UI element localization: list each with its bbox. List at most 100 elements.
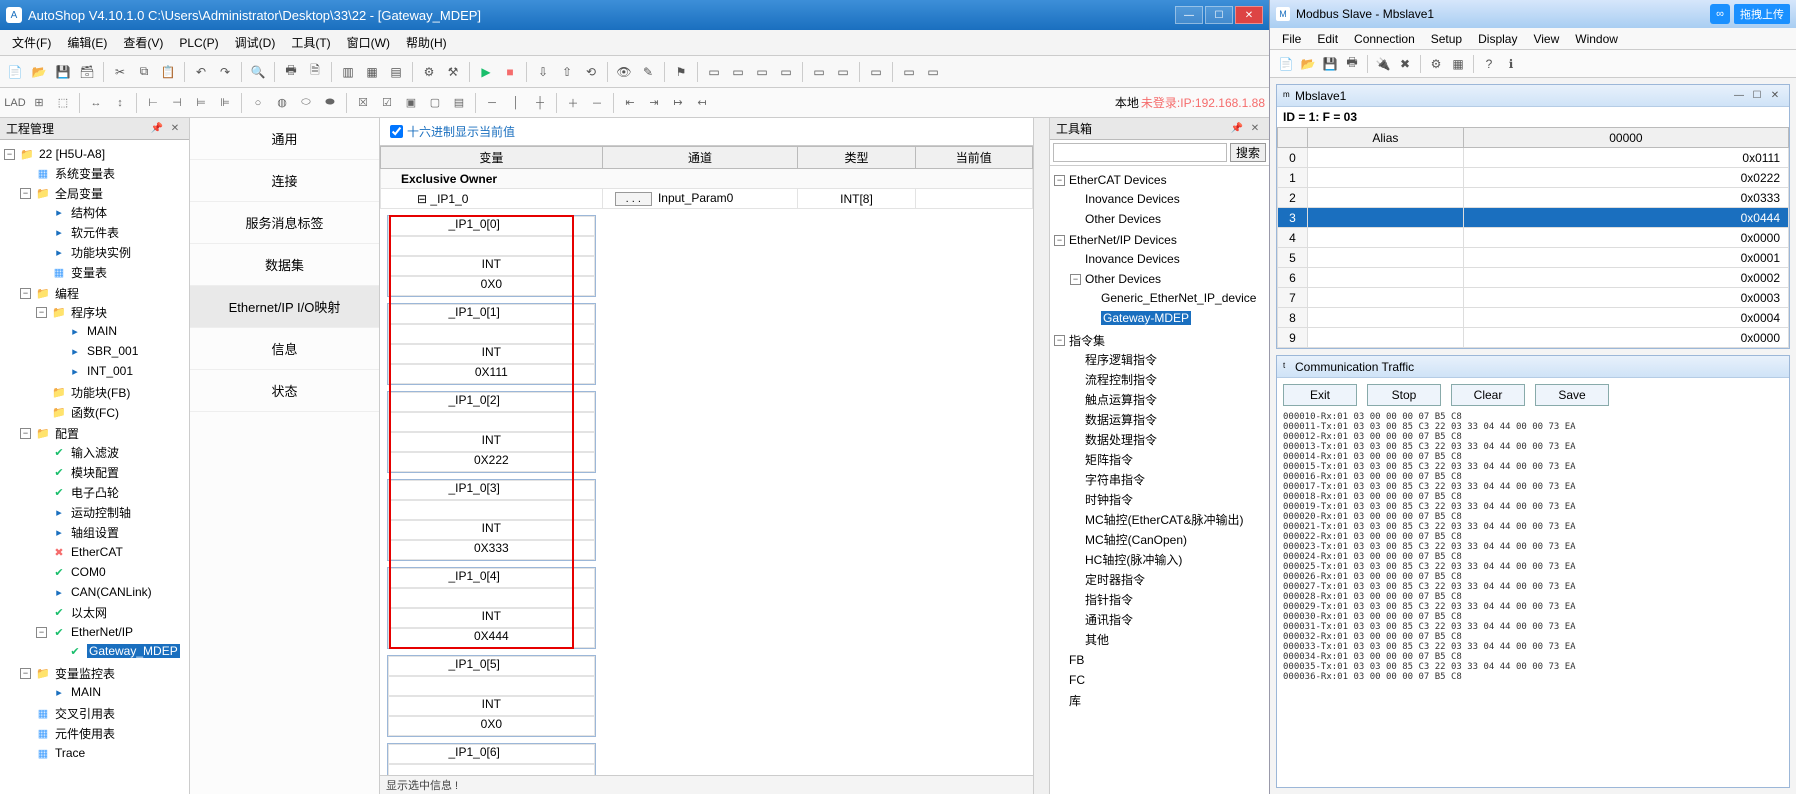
sym2-icon[interactable]: ⬚ xyxy=(52,92,74,114)
toolbox-item[interactable]: MC轴控(EtherCAT&脉冲输出) xyxy=(1070,510,1267,528)
register-table[interactable]: Alias0000000x011110x022220x033330x044440… xyxy=(1277,127,1789,348)
copy-icon[interactable]: ⧉ xyxy=(133,61,155,83)
tree-item[interactable]: ▸运动控制轴 xyxy=(36,503,187,521)
vscrollbar[interactable] xyxy=(1033,118,1049,794)
config-nav-item[interactable]: 状态 xyxy=(190,370,379,412)
grp5-icon[interactable]: ▭ xyxy=(808,61,830,83)
contact1-icon[interactable]: ⊢ xyxy=(142,92,164,114)
grp7-icon[interactable]: ▭ xyxy=(865,61,887,83)
toolbox-item[interactable]: 字符串指令 xyxy=(1070,470,1267,488)
edit-icon[interactable]: ✎ xyxy=(637,61,659,83)
cut-icon[interactable]: ✂ xyxy=(109,61,131,83)
compile-icon[interactable]: ⚙ xyxy=(418,61,440,83)
tree-item[interactable]: ▦Trace xyxy=(20,744,187,762)
config-nav-item[interactable]: 通用 xyxy=(190,118,379,160)
coil1-icon[interactable]: ○ xyxy=(247,92,269,114)
settings-icon[interactable]: ⚙ xyxy=(1426,54,1446,74)
toolbox-item[interactable]: FC xyxy=(1054,671,1267,689)
toolbox-item[interactable]: −指令集 xyxy=(1054,331,1267,349)
tree-item[interactable]: ✔Gateway_MDEP xyxy=(52,642,187,660)
print-icon[interactable]: 🖶 xyxy=(280,61,302,83)
coil3-icon[interactable]: ⬭ xyxy=(295,92,317,114)
open-icon[interactable]: 📂 xyxy=(28,61,50,83)
search-icon[interactable]: 🔍 xyxy=(247,61,269,83)
local-pill[interactable]: 本地 xyxy=(1115,94,1139,111)
tool-b-icon[interactable]: ⇧ xyxy=(556,61,578,83)
func5-icon[interactable]: ▤ xyxy=(448,92,470,114)
pin-icon[interactable]: 📌 xyxy=(1229,121,1245,137)
tool-a-icon[interactable]: ⇩ xyxy=(532,61,554,83)
toolbox-item[interactable]: 其他 xyxy=(1070,630,1267,648)
stop-button[interactable]: Stop xyxy=(1367,384,1441,406)
ex4-icon[interactable]: ↤ xyxy=(691,92,713,114)
preview-icon[interactable]: 🗎 xyxy=(304,61,326,83)
login-status-pill[interactable]: 未登录:IP:192.168.1.88 xyxy=(1141,94,1265,111)
menu-item[interactable]: PLC(P) xyxy=(171,32,226,54)
zoom1-icon[interactable]: ＋ xyxy=(562,92,584,114)
config-nav-item[interactable]: Ethernet/IP I/O映射 xyxy=(190,286,379,328)
ex1-icon[interactable]: ⇤ xyxy=(619,92,641,114)
tree-item[interactable]: 📁函数(FC) xyxy=(36,403,187,421)
contact2-icon[interactable]: ⊣ xyxy=(166,92,188,114)
toolbox-item[interactable]: 指针指令 xyxy=(1070,590,1267,608)
tree-item[interactable]: ▸CAN(CANLink) xyxy=(36,583,187,601)
grp4-icon[interactable]: ▭ xyxy=(775,61,797,83)
tree-item[interactable]: ▸结构体 xyxy=(36,203,187,221)
link3-icon[interactable]: ┼ xyxy=(529,92,551,114)
more-button[interactable]: . . . xyxy=(615,192,652,206)
grp1-icon[interactable]: ▭ xyxy=(703,61,725,83)
tree-item[interactable]: ▸INT_001 xyxy=(52,362,187,380)
undo-icon[interactable]: ↶ xyxy=(190,61,212,83)
menu-item[interactable]: 窗口(W) xyxy=(339,32,398,54)
ex2-icon[interactable]: ⇥ xyxy=(643,92,665,114)
menu-item[interactable]: Window xyxy=(1567,32,1626,46)
contact4-icon[interactable]: ⊫ xyxy=(214,92,236,114)
cloud-icon[interactable]: ∞ xyxy=(1710,4,1730,24)
toolbox-item[interactable]: 定时器指令 xyxy=(1070,570,1267,588)
clear-button[interactable]: Clear xyxy=(1451,384,1525,406)
toolbox-item[interactable]: 流程控制指令 xyxy=(1070,370,1267,388)
menu-item[interactable]: 文件(F) xyxy=(4,32,59,54)
stop-icon[interactable]: ■ xyxy=(499,61,521,83)
paste-icon[interactable]: 📋 xyxy=(157,61,179,83)
save-button[interactable]: Save xyxy=(1535,384,1609,406)
help-icon[interactable]: ? xyxy=(1479,54,1499,74)
monitor-icon[interactable]: 👁 xyxy=(613,61,635,83)
toolbox-tree[interactable]: −EtherCAT DevicesInovance DevicesOther D… xyxy=(1050,166,1269,794)
hex-checkbox[interactable] xyxy=(390,125,403,138)
tree-item[interactable]: ▸软元件表 xyxy=(36,223,187,241)
toolbox-item[interactable]: 触点运算指令 xyxy=(1070,390,1267,408)
toolbox-item[interactable]: Inovance Devices xyxy=(1070,190,1267,208)
upload-button[interactable]: 拖拽上传 xyxy=(1734,4,1790,24)
tree-item[interactable]: ✔COM0 xyxy=(36,563,187,581)
tree-item[interactable]: ▦元件使用表 xyxy=(20,724,187,742)
tree-item[interactable]: ▸MAIN xyxy=(52,322,187,340)
toolbox-item[interactable]: Inovance Devices xyxy=(1070,250,1267,268)
comm-log[interactable]: 000010-Rx:01 03 00 00 00 07 B5 C8 000011… xyxy=(1277,412,1789,787)
tree-item[interactable]: −✔EtherNet/IP xyxy=(36,623,187,641)
toolbox-item[interactable]: 矩阵指令 xyxy=(1070,450,1267,468)
tree-item[interactable]: ▦系统变量表 xyxy=(20,164,187,182)
ex3-icon[interactable]: ↦ xyxy=(667,92,689,114)
redo-icon[interactable]: ↷ xyxy=(214,61,236,83)
io-grid[interactable]: 变量通道类型当前值Exclusive Owner⊟ _IP1_0. . .Inp… xyxy=(380,146,1033,776)
tree-item[interactable]: ✔以太网 xyxy=(36,603,187,621)
exit-button[interactable]: Exit xyxy=(1283,384,1357,406)
lad-icon[interactable]: LAD xyxy=(4,92,26,114)
toolbox-item[interactable]: −EtherCAT Devices xyxy=(1054,171,1267,189)
grp8-icon[interactable]: ▭ xyxy=(898,61,920,83)
toolbox-search-button[interactable]: 搜索 xyxy=(1230,143,1266,162)
arrow-d-icon[interactable]: ↕ xyxy=(109,92,131,114)
toolbox-item[interactable]: Generic_EtherNet_IP_device xyxy=(1086,289,1267,307)
menu-item[interactable]: 调试(D) xyxy=(227,32,284,54)
menu-item[interactable]: Edit xyxy=(1309,32,1346,46)
tool-c-icon[interactable]: ⟲ xyxy=(580,61,602,83)
build-icon[interactable]: ⚒ xyxy=(442,61,464,83)
toolbox-item[interactable]: Gateway-MDEP xyxy=(1086,309,1267,327)
save-icon[interactable]: 💾 xyxy=(1320,54,1340,74)
arrow-r-icon[interactable]: ↔ xyxy=(85,92,107,114)
tree-item[interactable]: ▸功能块实例 xyxy=(36,243,187,261)
tree-item[interactable]: ▸MAIN xyxy=(36,683,187,701)
toolbox-item[interactable]: Other Devices xyxy=(1070,210,1267,228)
menu-item[interactable]: View xyxy=(1525,32,1567,46)
